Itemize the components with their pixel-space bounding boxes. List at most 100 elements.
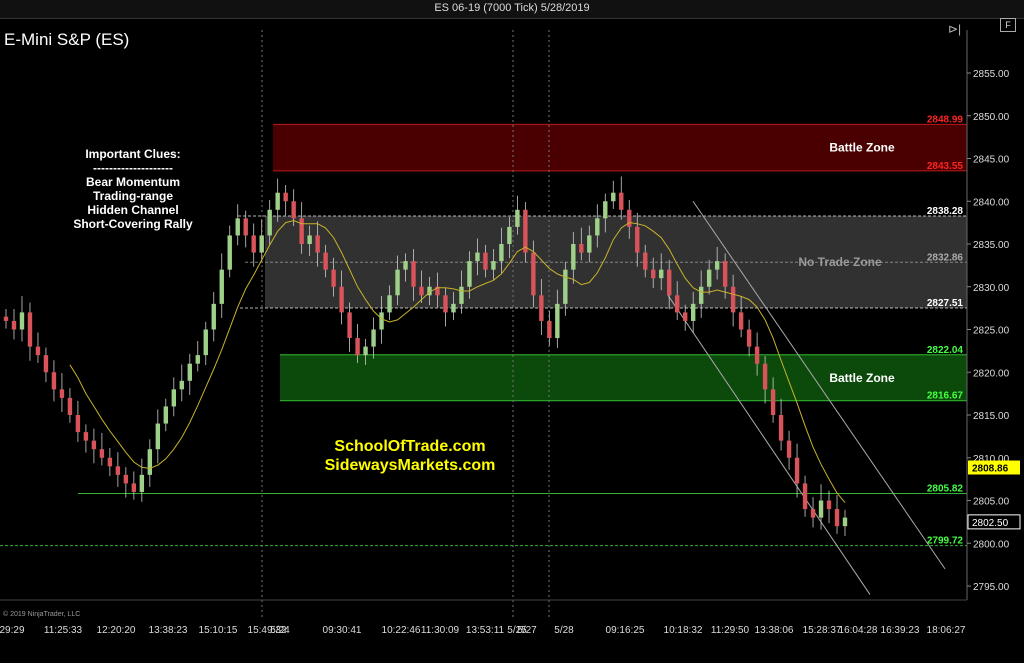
candle-body: [163, 406, 169, 424]
level-label: 2799.72: [927, 536, 964, 547]
x-tick-label: 13:38:23: [149, 625, 188, 636]
x-tick-label: 5/28: [554, 625, 574, 636]
clue-item: Trading-range: [92, 189, 173, 203]
x-tick-label: 11:25:33: [44, 625, 83, 636]
candle-body: [187, 363, 192, 381]
candle-body: [59, 389, 65, 398]
x-tick-label: 15:28:37: [803, 625, 842, 636]
candle-body: [299, 218, 304, 244]
candle-body: [667, 269, 672, 296]
candle-body: [706, 269, 712, 287]
title-bar: ES 06-19 (7000 Tick) 5/28/2019: [0, 0, 1024, 19]
settings-icon[interactable]: F: [1000, 18, 1016, 32]
candle-body: [499, 244, 504, 262]
candle-body: [107, 457, 113, 467]
y-tick-label: 2820.00: [973, 368, 1010, 379]
candle-body: [467, 261, 472, 287]
candle-body: [307, 235, 312, 244]
candle-body: [802, 483, 808, 510]
candle-body: [587, 235, 592, 253]
x-tick-label: 15:10:15: [199, 625, 238, 636]
x-tick-label: 13:38:06: [755, 625, 794, 636]
candle-body: [547, 320, 552, 339]
x-tick-label: 12:20:20: [97, 625, 136, 636]
candle-body: [171, 389, 176, 407]
x-tick-label: 18:06:27: [927, 625, 966, 636]
candle-body: [619, 192, 624, 210]
candle-body: [730, 286, 736, 313]
window-title: ES 06-19 (7000 Tick) 5/28/2019: [434, 2, 590, 14]
candle-body: [635, 226, 640, 253]
y-tick-label: 2795.00: [973, 582, 1010, 593]
y-tick-label: 2850.00: [973, 112, 1010, 123]
x-tick-label: 13:53:11: [466, 625, 505, 636]
candle-body: [219, 269, 224, 304]
x-tick-label: 16:04:28: [839, 625, 878, 636]
candle-body: [443, 295, 448, 313]
clue-item: Hidden Channel: [87, 203, 179, 217]
y-tick-label: 2835.00: [973, 240, 1010, 251]
candle-body: [291, 201, 296, 219]
clue-item: Short-Covering Rally: [73, 217, 193, 231]
candle-body: [283, 192, 288, 202]
candle-body: [139, 474, 145, 492]
candle-body: [682, 312, 688, 321]
candle-body: [810, 509, 816, 518]
clues-divider: --------------------: [93, 161, 173, 175]
candle-body: [195, 355, 200, 364]
candle-body: [323, 252, 328, 270]
candle-body: [826, 500, 832, 510]
candle-body: [395, 269, 400, 296]
candle-body: [651, 269, 656, 279]
copyright-notice: © 2019 NinjaTrader, LLC: [3, 611, 81, 618]
candle-body: [722, 261, 728, 287]
candle-body: [379, 312, 384, 330]
candle-body: [267, 209, 272, 236]
x-tick-label: 09:16:25: [606, 625, 645, 636]
candle-body: [419, 286, 424, 296]
candle-body: [754, 346, 760, 364]
candle-body: [347, 312, 352, 339]
candle-body: [770, 389, 776, 415]
candle-body: [99, 449, 105, 458]
candle-body: [762, 363, 768, 390]
candle-body: [483, 252, 488, 270]
zone-label: Battle Zone: [829, 141, 895, 155]
candle-body: [603, 201, 608, 219]
y-tick-label: 2805.00: [973, 497, 1010, 508]
candle-body: [115, 466, 121, 475]
y-tick-label: 2800.00: [973, 539, 1010, 550]
level-label: 2827.51: [927, 298, 964, 309]
candle-body: [91, 440, 97, 450]
candle-body: [27, 312, 33, 347]
candle-body: [738, 312, 744, 330]
candle-body: [555, 303, 560, 339]
candle-body: [19, 312, 25, 330]
candle-body: [595, 218, 600, 236]
x-tick-label: 09:30:41: [323, 625, 362, 636]
current-price-tag-label: 2802.50: [972, 518, 1009, 529]
candle-body: [451, 303, 456, 313]
candle-body: [259, 235, 264, 253]
y-tick-label: 2830.00: [973, 283, 1010, 294]
level-label: 2843.55: [927, 161, 964, 172]
x-tick-label: 10:22:46: [382, 625, 421, 636]
promo-line: SidewaysMarkets.com: [324, 457, 496, 474]
y-tick-label: 2815.00: [973, 411, 1010, 422]
candle-body: [659, 269, 664, 279]
candle-body: [211, 303, 216, 330]
level-label: 2832.86: [927, 252, 964, 263]
candle-body: [475, 252, 480, 262]
y-tick-label: 2845.00: [973, 155, 1010, 166]
collapse-panel-icon[interactable]: ⊳|: [948, 22, 961, 36]
last-price-tag-label: 2808.86: [972, 463, 1009, 474]
candle-body: [675, 295, 680, 313]
candle-body: [83, 432, 89, 441]
candle-body: [698, 286, 704, 304]
price-chart[interactable]: Battle ZoneNo Trade ZoneBattle Zone 2848…: [0, 0, 1024, 663]
candle-body: [371, 329, 376, 347]
candle-body: [227, 235, 232, 270]
x-tick-label: 5/27: [517, 625, 537, 636]
candle-body: [155, 423, 161, 450]
candle-body: [11, 320, 17, 330]
